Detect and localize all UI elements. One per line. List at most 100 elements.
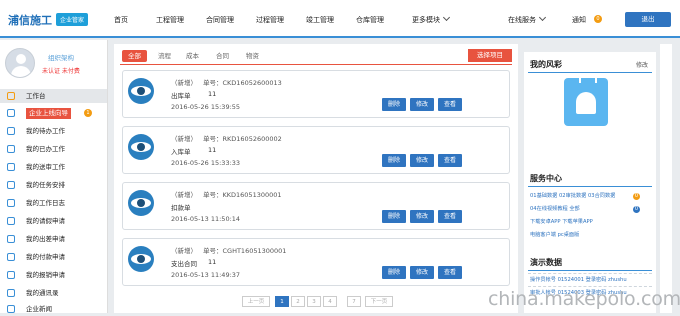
record-number: 单号：CKD16052600013 [203,79,282,87]
record-eye-icon [128,246,154,272]
sidebar-item-onboarding[interactable]: 企业上线向导 1 [0,106,107,120]
pager-page-3[interactable]: 3 [307,296,321,307]
edit-button[interactable]: 修改 [410,266,434,279]
tab-materials[interactable]: 物资 [240,50,265,62]
scrollbar[interactable] [660,44,672,313]
delete-button[interactable]: 删除 [382,210,406,223]
task-icon [7,181,15,189]
panel-divider [528,270,652,271]
view-button[interactable]: 查看 [438,154,462,167]
app-logo[interactable]: 浦信施工 [8,12,52,28]
avatar[interactable] [5,48,35,78]
service-badge: 0 [633,193,640,200]
record-time: 2016-05-26 15:33:33 [171,159,241,167]
user-name[interactable]: 组织架构 [48,52,74,62]
nav-contract-management[interactable]: 合同管理 [206,15,234,25]
contacts-icon [7,289,15,297]
nav-home[interactable]: 首页 [114,15,128,25]
list-item: （新增） 单号：KKD16051300001 扣款单 2016-05-13 11… [122,182,510,230]
edit-button[interactable]: 修改 [410,98,434,111]
right-panel: 我的风彩 修改 服务中心 01基础数据 02审批数据 03合同数据 0 04在线… [524,52,656,313]
sidebar-item-worklog[interactable]: 我的工作日志 [0,196,107,210]
notification-link[interactable]: 通知 [572,15,586,25]
enterprise-badge[interactable]: 企业管家 [56,13,89,26]
list-item: （新增） 单号：RKD16052600002 入库单 11 2016-05-26… [122,126,510,174]
record-name: 入库单 [171,148,191,156]
pager-page-4[interactable]: 4 [323,296,337,307]
service-link-app[interactable]: 下载安卓APP 下载苹果APP [530,218,593,225]
record-qty: 11 [208,258,217,266]
sidebar-item-todo[interactable]: 我的待办工作 [0,124,107,138]
payment-icon [7,253,15,261]
record-type: （新增） [171,247,197,255]
tab-all[interactable]: 全部 [122,50,147,62]
edit-button[interactable]: 修改 [410,154,434,167]
tab-cost[interactable]: 成本 [180,50,205,62]
edit-style-link[interactable]: 修改 [636,60,648,69]
nav-more-modules[interactable]: 更多模块 [412,15,449,25]
sidebar-item-reimburse[interactable]: 我的报销申请 [0,268,107,282]
sidebar-item-payment[interactable]: 我的付款申请 [0,250,107,264]
trip-icon [7,235,15,243]
workbench-icon [7,92,15,100]
record-type: （新增） [171,191,197,199]
list-item: （新增） 单号：CKD16052600013 出库单 11 2016-05-26… [122,70,510,118]
service-link-data[interactable]: 01基础数据 02审批数据 03合同数据 [530,192,615,199]
user-status: 未认证 未付费 [42,68,80,75]
sidebar-item-submitted[interactable]: 我的送审工作 [0,160,107,174]
onboarding-badge: 1 [84,109,92,117]
log-icon [7,199,15,207]
nav-project-management[interactable]: 工程管理 [156,15,184,25]
record-time: 2016-05-26 15:39:55 [171,103,241,111]
pager-page-1[interactable]: 1 [275,296,289,307]
panel-divider [528,186,652,187]
view-button[interactable]: 查看 [438,210,462,223]
delete-button[interactable]: 删除 [382,154,406,167]
sidebar-item-trip[interactable]: 我的出差申请 [0,232,107,246]
id-badge-icon[interactable] [564,73,608,126]
demo-row: 操作员帐号 01524001 登录密码 zhushu [528,273,652,285]
record-number: 单号：RKD16052600002 [203,135,282,143]
pager-page-2[interactable]: 2 [291,296,305,307]
tab-divider [120,64,512,65]
sidebar-item-contacts[interactable]: 我的通讯录 [0,286,107,300]
sidebar-item-leave[interactable]: 我的请假申请 [0,214,107,228]
record-number: 单号：CGHT16051300001 [203,247,287,255]
record-eye-icon [128,134,154,160]
nav-warehouse-management[interactable]: 仓库管理 [356,15,384,25]
nav-completion-management[interactable]: 竣工管理 [306,15,334,25]
tab-process[interactable]: 流程 [152,50,177,62]
select-project-button[interactable]: 选择项目 [468,49,512,62]
pager-prev[interactable]: 上一页 [242,296,270,307]
sidebar-item-news[interactable]: 企业新闻 [0,302,107,316]
record-qty: 11 [208,90,217,98]
tab-contract[interactable]: 合同 [210,50,235,62]
main-content: 全部 流程 成本 合同 物资 选择项目 （新增） 单号：CKD160526000… [114,44,518,313]
delete-button[interactable]: 删除 [382,266,406,279]
logout-button[interactable]: 退出 [625,12,671,27]
edit-button[interactable]: 修改 [410,210,434,223]
pager-next[interactable]: 下一页 [365,296,393,307]
sidebar-item-done[interactable]: 我的已办工作 [0,142,107,156]
submit-icon [7,163,15,171]
service-link-video[interactable]: 04在线视频教程 全部 [530,205,580,212]
list-item: （新增） 单号：CGHT16051300001 支出合同 11 2016-05-… [122,238,510,286]
done-icon [7,145,15,153]
pager-goto-input[interactable]: 7 [347,296,361,307]
service-link-pc[interactable]: 电脑客户端 pc桌面版 [530,231,579,238]
online-service-menu[interactable]: 在线服务 [508,15,545,25]
record-name: 出库单 [171,92,191,100]
delete-button[interactable]: 删除 [382,98,406,111]
record-number: 单号：KKD16051300001 [203,191,282,199]
record-eye-icon [128,190,154,216]
top-bar: 浦信施工 企业管家 首页 工程管理 合同管理 过程管理 竣工管理 仓库管理 更多… [0,0,680,38]
sidebar-item-tasks[interactable]: 我的任务安排 [0,178,107,192]
view-button[interactable]: 查看 [438,266,462,279]
view-button[interactable]: 查看 [438,98,462,111]
record-time: 2016-05-13 11:50:14 [171,215,241,223]
guide-icon [7,109,15,117]
todo-icon [7,127,15,135]
sidebar-item-workbench[interactable]: 工作台 [0,89,107,103]
record-type: （新增） [171,135,197,143]
nav-process-management[interactable]: 过程管理 [256,15,284,25]
